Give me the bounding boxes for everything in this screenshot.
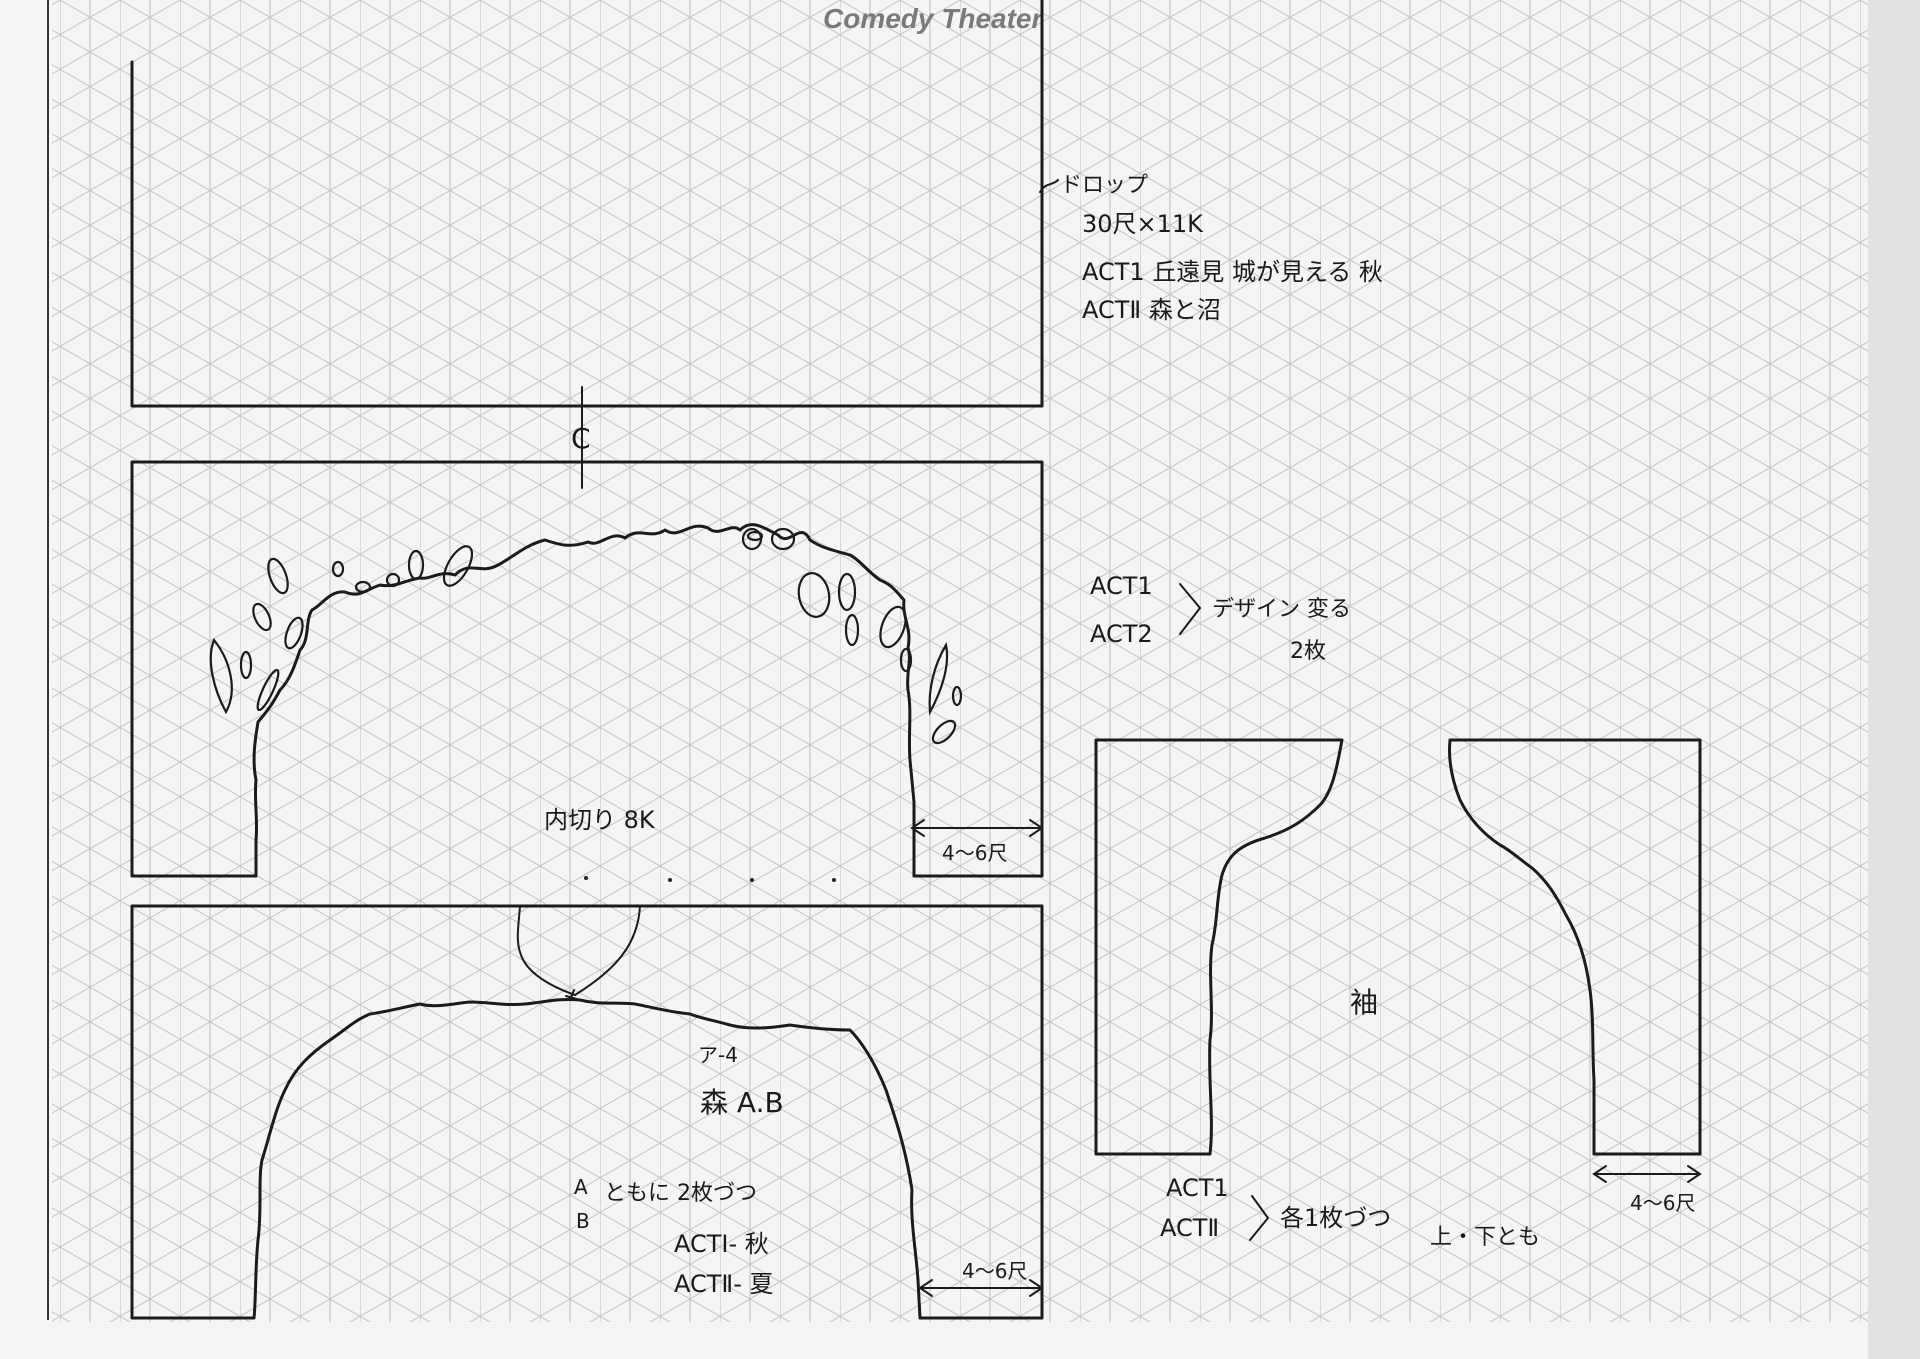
drawing-sheet: Comedy Theater ドロップ 30尺×11K ACT1 丘遠見 城が見… bbox=[0, 0, 1920, 1359]
forest-note-both: ともに 2枚づつ bbox=[604, 1181, 757, 1206]
design-note-act2: ACT2 bbox=[1090, 620, 1153, 648]
wing-act2: ACTⅡ bbox=[1160, 1214, 1219, 1242]
wing-note-2: 上・下とも bbox=[1430, 1225, 1540, 1250]
forest-note-a: A bbox=[574, 1175, 588, 1199]
backdrop-label: ドロップ bbox=[1060, 173, 1148, 198]
inner-frame-label: 内切り 8K bbox=[544, 806, 656, 834]
backdrop-act1-note: ACT1 丘遠見 城が見える 秋 bbox=[1082, 258, 1383, 286]
brand-title: Comedy Theater bbox=[823, 3, 1044, 34]
backdrop-act2-note: ACTⅡ 森と沼 bbox=[1082, 296, 1221, 324]
forest-act1: ACTⅠ- 秋 bbox=[674, 1230, 769, 1258]
forest-note-b: B bbox=[576, 1209, 590, 1233]
wing-note: 各1枚づつ bbox=[1280, 1204, 1391, 1232]
sheet-right-margin bbox=[1868, 0, 1920, 1359]
wing-act1: ACT1 bbox=[1166, 1174, 1229, 1202]
design-note-text: デザイン 変る bbox=[1212, 597, 1351, 622]
backdrop-size: 30尺×11K bbox=[1082, 210, 1204, 238]
forest-act2: ACTⅡ- 夏 bbox=[674, 1270, 774, 1298]
forest-ref: ア-4 bbox=[698, 1043, 738, 1067]
isometric-grid bbox=[52, 0, 1868, 1322]
forest-title: 森 A.B bbox=[700, 1086, 784, 1119]
forest-dimension: 4〜6尺 bbox=[962, 1259, 1027, 1283]
wing-label: 袖 bbox=[1350, 986, 1378, 1019]
inner-frame-dimension: 4〜6尺 bbox=[942, 841, 1007, 865]
center-mark-label: C bbox=[571, 422, 591, 455]
wing-dimension: 4〜6尺 bbox=[1630, 1191, 1695, 1215]
design-note-act1: ACT1 bbox=[1090, 572, 1153, 600]
design-note-count: 2枚 bbox=[1290, 639, 1326, 664]
